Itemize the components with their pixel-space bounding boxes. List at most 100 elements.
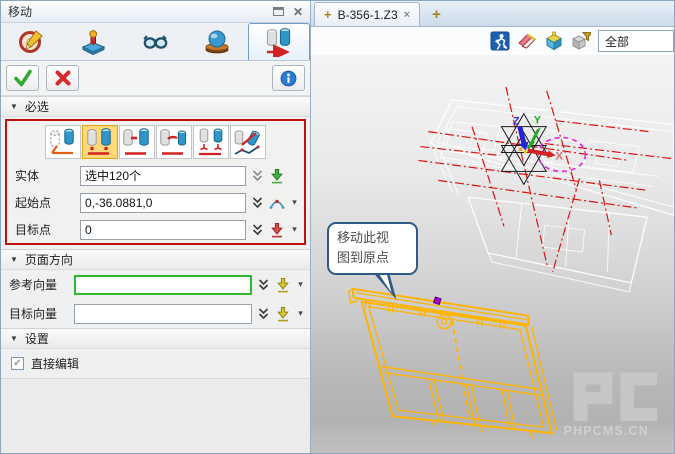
tab-palette[interactable] (1, 23, 63, 60)
collapse-icon: ▼ (10, 255, 18, 264)
orange-highlight-model[interactable] (349, 289, 557, 438)
dialog-titlebar: 移动 ✕ (1, 1, 310, 23)
info-button[interactable] (272, 65, 305, 91)
target-vector-field-row: 目标向量 ▾ (1, 299, 310, 328)
section-header-settings[interactable]: ▼ 设置 (1, 328, 310, 349)
expand-chevron-icon[interactable] (257, 307, 270, 320)
tab-move[interactable] (248, 23, 310, 60)
close-icon[interactable]: ✕ (293, 6, 303, 18)
picker-caret-icon[interactable]: ▾ (290, 197, 299, 208)
filter-icon[interactable] (571, 31, 591, 51)
target-point-input[interactable] (80, 220, 246, 240)
stamp-icon (80, 28, 107, 55)
mode-move-point-to-point[interactable] (45, 125, 81, 159)
vector-picker-icon[interactable] (275, 306, 291, 322)
reference-vector-input[interactable] (74, 275, 252, 295)
document-tab-label: B-356-1.Z3 (338, 8, 398, 22)
dock-icon[interactable] (273, 7, 284, 16)
solid-box-icon[interactable] (544, 31, 564, 51)
mode-move-along-direction[interactable] (82, 125, 118, 159)
zw3d-move-window: 移动 ✕ (0, 0, 675, 454)
field-label: 目标向量 (9, 305, 69, 322)
picker-caret-icon[interactable]: ▾ (290, 224, 299, 235)
tab-sphere[interactable] (186, 23, 248, 60)
move-dialog-panel: 移动 ✕ (1, 1, 311, 454)
tab-glasses[interactable] (125, 23, 187, 60)
expand-chevron-icon[interactable] (257, 278, 270, 291)
move-to-origin-tooltip: 移动此视 图到原点 (327, 222, 418, 275)
new-tab-button[interactable]: + (432, 7, 441, 26)
section-label: 设置 (25, 330, 49, 347)
checkbox-label: 直接编辑 (31, 355, 79, 372)
entity-input[interactable] (80, 166, 246, 186)
sphere-icon (203, 28, 231, 55)
start-point-field-row: 起始点 ▾ (7, 189, 304, 216)
start-point-input[interactable] (80, 193, 246, 213)
document-tab[interactable]: + B-356-1.Z3 × (314, 2, 420, 26)
mode-move-translate[interactable] (119, 125, 155, 159)
document-tab-bar: + B-356-1.Z3 × + (311, 1, 674, 27)
target-vector-input[interactable] (74, 304, 252, 324)
vector-picker-icon[interactable] (275, 277, 291, 293)
direct-edit-row: ✔ 直接编辑 (1, 349, 310, 379)
point-picker-icon[interactable] (269, 222, 285, 238)
phpcms-logo (620, 372, 657, 421)
field-label: 实体 (15, 167, 75, 184)
cancel-button[interactable] (46, 65, 79, 91)
mode-move-align-frame[interactable] (193, 125, 229, 159)
filter-value: 全部 (605, 33, 629, 50)
dialog-tab-strip (1, 23, 310, 61)
field-label: 目标点 (15, 221, 75, 238)
eraser-icon[interactable] (517, 31, 537, 51)
move-icon (264, 27, 294, 57)
tooltip-line-2: 图到原点 (337, 248, 408, 268)
dialog-title: 移动 (8, 3, 32, 20)
tab-plus-icon: + (324, 7, 332, 22)
z-axis-label: Z (513, 116, 520, 128)
palette-icon (18, 28, 45, 55)
direct-edit-checkbox[interactable]: ✔ (11, 357, 24, 370)
x-icon (54, 69, 72, 87)
expand-chevron-icon[interactable] (251, 169, 264, 182)
collapse-icon: ▼ (10, 102, 18, 111)
panel-empty-area (1, 379, 310, 454)
field-label: 参考向量 (9, 276, 69, 293)
origin-handle[interactable] (519, 148, 522, 151)
ok-button[interactable] (6, 65, 39, 91)
x-axis-label: X (556, 150, 564, 162)
x-axis-arrow[interactable] (527, 149, 555, 158)
mode-move-rotate[interactable] (156, 125, 192, 159)
viewport-canvas[interactable]: Z Y X (311, 55, 674, 453)
section-header-page-direction[interactable]: ▼ 页面方向 (1, 249, 310, 270)
required-annotation-frame: 实体 ▾ 起始点 ▾ (5, 119, 306, 245)
display-filter-combobox[interactable]: 全部 (598, 30, 674, 52)
target-point-field-row: 目标点 ▾ (7, 216, 304, 243)
phpcms-logo (574, 372, 613, 421)
tab-close-icon[interactable]: × (404, 9, 410, 21)
section-header-required[interactable]: ▼ 必选 (1, 96, 310, 117)
watermark-caption: PHPCMS.CN (564, 424, 649, 438)
mode-move-dynamic[interactable] (230, 125, 266, 159)
collapse-icon: ▼ (10, 334, 18, 343)
dialog-actions (1, 61, 310, 96)
section-label: 必选 (25, 98, 49, 115)
glasses-icon (141, 28, 169, 55)
tab-stamp[interactable] (63, 23, 125, 60)
curve-point-picker-icon[interactable] (269, 195, 285, 211)
move-mode-strip (7, 121, 304, 162)
reference-vector-field-row: 参考向量 ▾ (1, 270, 310, 299)
entity-select-icon[interactable] (269, 168, 285, 184)
expand-chevron-icon[interactable] (251, 196, 264, 209)
entity-field-row: 实体 ▾ (7, 162, 304, 189)
origin-handle[interactable] (524, 151, 527, 154)
workspace: + B-356-1.Z3 × + (311, 1, 674, 453)
check-icon (13, 69, 33, 87)
picker-caret-icon[interactable]: ▾ (296, 279, 305, 290)
field-label: 起始点 (15, 194, 75, 211)
walkthrough-icon[interactable] (490, 31, 510, 51)
construction-lines (418, 87, 671, 272)
picker-caret-icon[interactable]: ▾ (296, 308, 305, 319)
watermark: PHPCMS.CN (564, 372, 657, 438)
expand-chevron-icon[interactable] (251, 223, 264, 236)
section-label: 页面方向 (25, 251, 73, 268)
